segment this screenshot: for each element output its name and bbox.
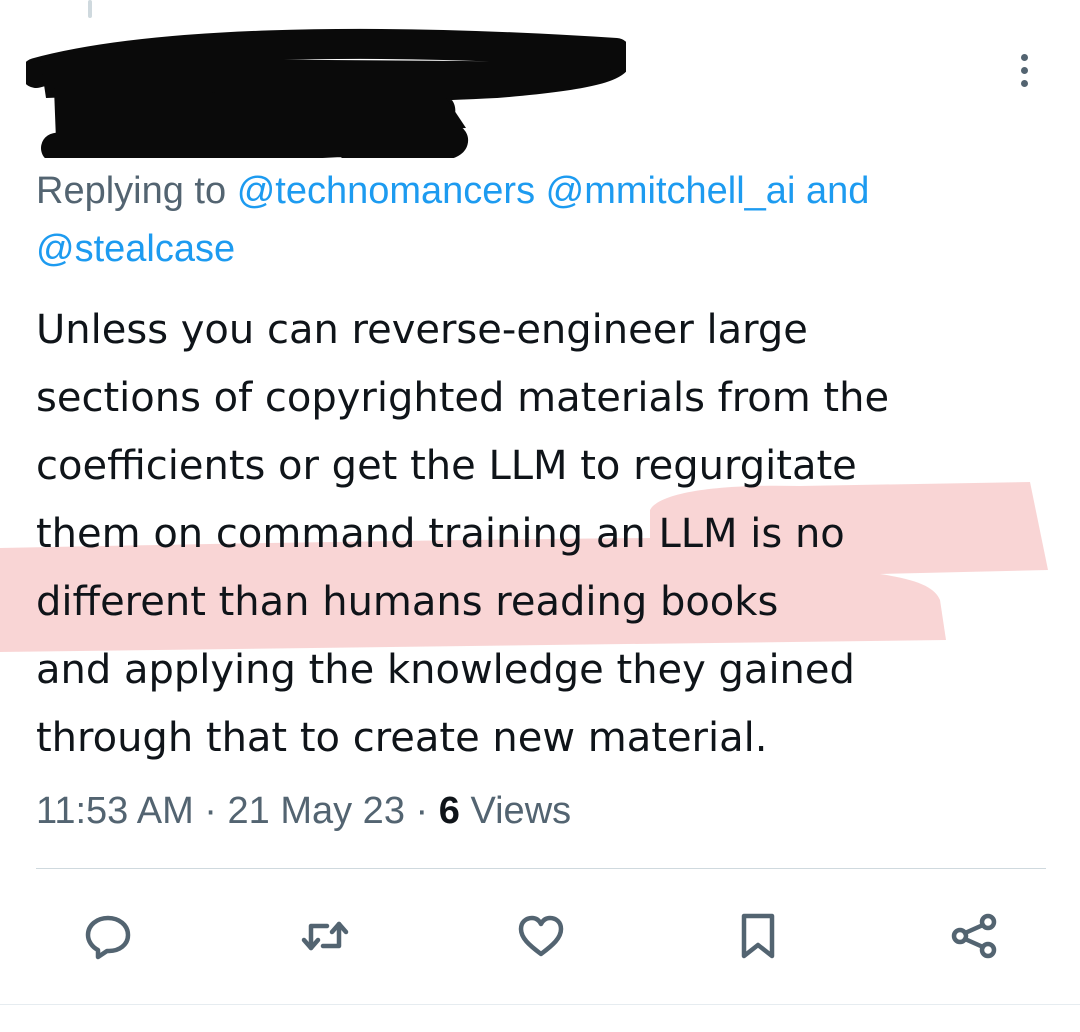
tweet-text-line: Unless you can reverse-engineer large	[36, 307, 808, 353]
retweet-icon	[301, 921, 348, 951]
share-icon	[951, 913, 997, 959]
meta-separator: ·	[204, 790, 217, 832]
tweet-text: Unless you can reverse-engineer large se…	[36, 296, 1046, 772]
more-dot-icon	[1020, 66, 1028, 74]
views-label: Views	[470, 790, 572, 832]
like-button[interactable]	[511, 906, 571, 966]
views-count: 6	[438, 790, 460, 832]
bookmark-button[interactable]	[728, 906, 788, 966]
share-button[interactable]	[944, 906, 1004, 966]
tweet-text-line: coefficients or get the LLM to regurgita…	[36, 443, 857, 489]
tweet-text-line: and applying the knowledge they gained	[36, 647, 855, 693]
tweet-time[interactable]: 11:53 AM	[36, 790, 194, 832]
more-dot-icon	[1020, 53, 1028, 61]
tweet-text-line: different than humans reading books	[36, 579, 779, 625]
tweet-text-line: them on command training an LLM is no	[36, 511, 845, 557]
divider	[36, 868, 1046, 869]
bottom-divider	[0, 1004, 1080, 1005]
redaction-scribble	[26, 28, 626, 158]
reply-button[interactable]	[78, 906, 138, 966]
mention-link[interactable]: @stealcase	[36, 228, 235, 270]
more-dot-icon	[1020, 79, 1028, 87]
reply-context-prefix: Replying to	[36, 170, 227, 212]
more-options-button[interactable]	[1006, 50, 1042, 90]
meta-separator: ·	[415, 790, 429, 832]
reply-context: Replying to @technomancers @mmitchell_ai…	[36, 162, 1036, 278]
action-bar	[36, 900, 1046, 972]
tweet-text-line: through that to create new material.	[36, 715, 768, 761]
tweet-date[interactable]: 21 May 23	[228, 790, 405, 832]
mention-link[interactable]: @mmitchell_ai	[546, 170, 796, 212]
tweet-meta: 11:53 AM · 21 May 23 · 6 Views	[36, 782, 571, 840]
like-icon	[518, 915, 564, 957]
thread-connector-line	[88, 0, 92, 18]
mention-link[interactable]: @technomancers	[237, 170, 535, 212]
reply-context-connector[interactable]: and	[806, 170, 869, 212]
tweet-text-line: sections of copyrighted materials from t…	[36, 375, 890, 421]
retweet-button[interactable]	[295, 906, 355, 966]
bookmark-icon	[741, 913, 774, 959]
reply-icon	[85, 915, 131, 960]
